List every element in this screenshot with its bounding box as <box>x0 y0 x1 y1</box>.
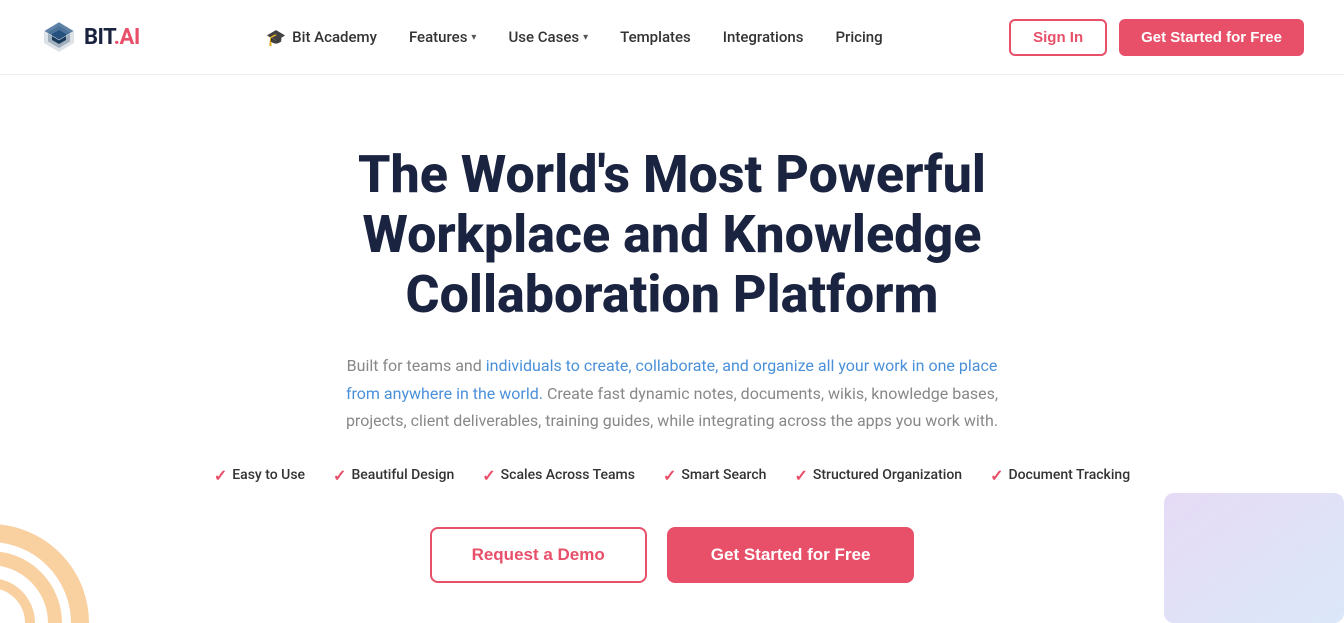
feature-tag-easy: ✓ Easy to Use <box>214 466 305 485</box>
check-icon: ✓ <box>214 466 227 485</box>
nav-item-templates[interactable]: Templates <box>620 28 691 46</box>
hero-section: The World's Most Powerful Workplace and … <box>0 75 1344 623</box>
hero-subtitle: Built for teams and individuals to creat… <box>332 352 1012 434</box>
bg-decoration-right <box>1144 493 1344 623</box>
chevron-down-icon: ▾ <box>583 32 588 43</box>
academy-icon: 🎓 <box>266 28 286 47</box>
nav-item-pricing[interactable]: Pricing <box>835 28 882 46</box>
feature-tag-tracking: ✓ Document Tracking <box>990 466 1130 485</box>
nav-item-usecases[interactable]: Use Cases ▾ <box>508 28 588 46</box>
feature-tags: ✓ Easy to Use ✓ Beautiful Design ✓ Scale… <box>214 466 1130 485</box>
get-started-hero-button[interactable]: Get Started for Free <box>667 527 915 583</box>
request-demo-button[interactable]: Request a Demo <box>430 527 647 583</box>
check-icon: ✓ <box>794 466 807 485</box>
check-icon: ✓ <box>333 466 346 485</box>
check-icon: ✓ <box>482 466 495 485</box>
logo-text: BIT.AI <box>84 25 140 50</box>
chevron-down-icon: ▾ <box>471 32 476 43</box>
hero-title: The World's Most Powerful Workplace and … <box>272 145 1072 324</box>
logo-icon <box>40 18 78 56</box>
nav-actions: Sign In Get Started for Free <box>1009 19 1304 56</box>
feature-tag-org: ✓ Structured Organization <box>794 466 962 485</box>
nav-item-academy[interactable]: 🎓 Bit Academy <box>266 28 377 47</box>
nav-item-integrations[interactable]: Integrations <box>723 28 804 46</box>
nav-item-features[interactable]: Features ▾ <box>409 28 477 46</box>
hero-buttons: Request a Demo Get Started for Free <box>430 527 915 583</box>
feature-tag-search: ✓ Smart Search <box>663 466 767 485</box>
nav-links: 🎓 Bit Academy Features ▾ Use Cases ▾ Tem… <box>266 28 882 47</box>
feature-tag-design: ✓ Beautiful Design <box>333 466 454 485</box>
check-icon: ✓ <box>990 466 1003 485</box>
signin-button[interactable]: Sign In <box>1009 19 1107 56</box>
check-icon: ✓ <box>663 466 676 485</box>
navbar: BIT.AI 🎓 Bit Academy Features ▾ Use Case… <box>0 0 1344 75</box>
logo[interactable]: BIT.AI <box>40 18 140 56</box>
bg-decoration-left <box>0 493 160 623</box>
get-started-nav-button[interactable]: Get Started for Free <box>1119 19 1304 56</box>
feature-tag-scales: ✓ Scales Across Teams <box>482 466 635 485</box>
